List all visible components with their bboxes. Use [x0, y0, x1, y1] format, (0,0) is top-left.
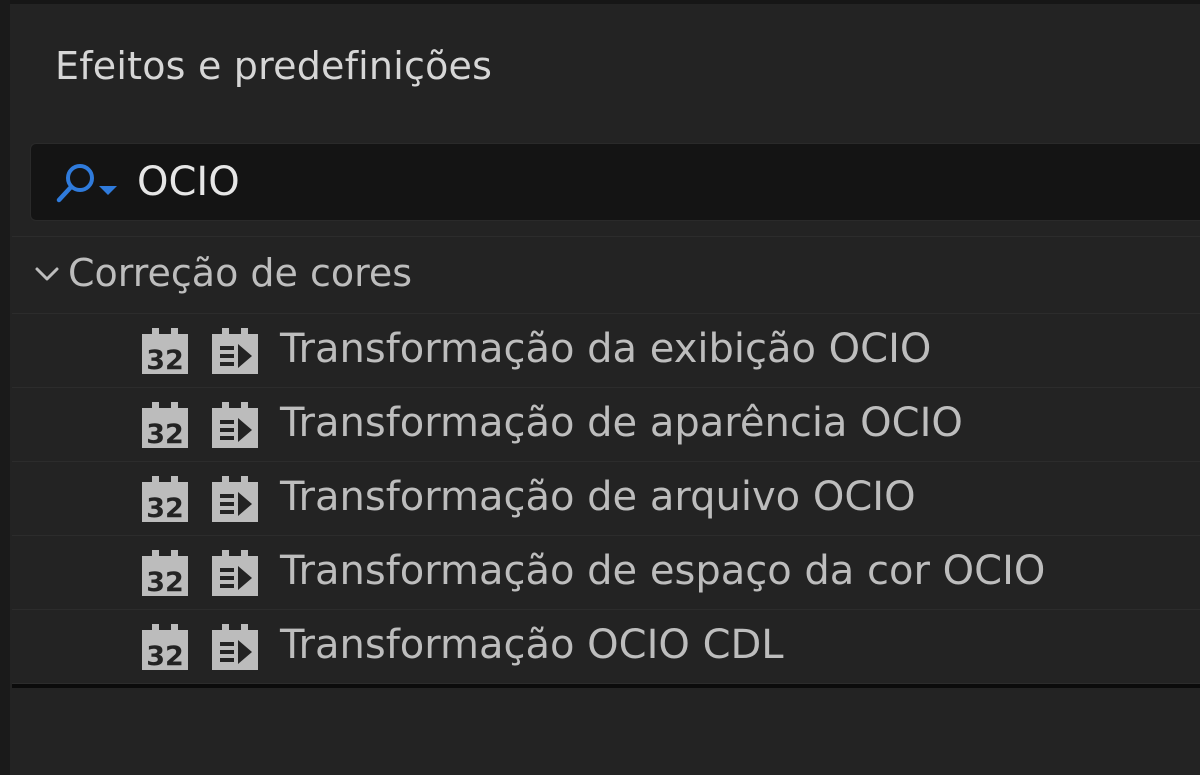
32-bit-icon: 32: [142, 624, 188, 672]
panel-top-border: [0, 0, 1200, 4]
svg-text:32: 32: [146, 345, 184, 376]
chevron-down-icon[interactable]: [34, 265, 60, 283]
svg-text:32: 32: [146, 641, 184, 672]
gpu-accelerated-icon: [212, 328, 258, 374]
gpu-accelerated-icon: [212, 402, 258, 448]
svg-text:32: 32: [146, 567, 184, 598]
search-bar[interactable]: [30, 143, 1200, 221]
effect-label: Transformação de aparência OCIO: [280, 400, 963, 446]
svg-text:32: 32: [146, 419, 184, 450]
effect-item[interactable]: 32 Transformação de arquivo OCIO: [12, 462, 1200, 536]
effect-label: Transformação de arquivo OCIO: [280, 474, 916, 520]
effect-item[interactable]: 32 Transformação de aparência OCIO: [12, 388, 1200, 462]
gpu-accelerated-icon: [212, 476, 258, 522]
svg-text:32: 32: [146, 493, 184, 524]
gpu-accelerated-icon: [212, 550, 258, 596]
32-bit-icon: 32: [142, 402, 188, 450]
effect-label: Transformação de espaço da cor OCIO: [280, 548, 1046, 594]
category-row-color-correction[interactable]: Correção de cores: [12, 236, 1200, 314]
gpu-accelerated-icon: [212, 624, 258, 670]
effect-label: Transformação OCIO CDL: [280, 622, 784, 668]
effect-item[interactable]: 32 Transformação de espaço da cor OCIO: [12, 536, 1200, 610]
effects-presets-panel: Efeitos e predefinições Correção de core…: [0, 0, 1200, 775]
category-label: Correção de cores: [68, 251, 413, 295]
32-bit-icon: 32: [142, 550, 188, 598]
panel-bottom-divider: [12, 684, 1200, 688]
effect-item[interactable]: 32 Transformação da exibição OCIO: [12, 314, 1200, 388]
effects-tree: Correção de cores 32 Transformação da ex…: [12, 236, 1200, 684]
search-input[interactable]: [137, 144, 1037, 220]
effect-label: Transformação da exibição OCIO: [280, 326, 932, 372]
32-bit-icon: 32: [142, 328, 188, 376]
32-bit-icon: 32: [142, 476, 188, 524]
effect-item[interactable]: 32 Transformação OCIO CDL: [12, 610, 1200, 684]
search-dropdown-icon[interactable]: [53, 160, 123, 208]
panel-title: Efeitos e predefinições: [55, 44, 493, 88]
panel-left-border: [0, 0, 10, 775]
